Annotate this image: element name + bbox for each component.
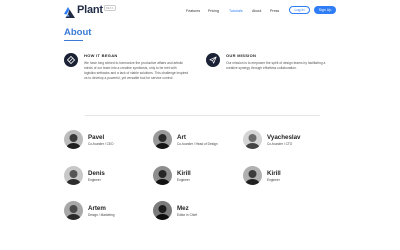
- member-name: Artem: [88, 204, 106, 212]
- team-member: Kirill Engineer: [153, 166, 191, 185]
- member-name: Vyacheslav: [267, 133, 301, 141]
- nav-features[interactable]: Features: [186, 9, 208, 13]
- team-member: Artem Design / Marketing: [64, 201, 115, 220]
- avatar: [64, 201, 83, 220]
- avatar: [243, 166, 262, 185]
- member-role: Co-founder / CTO: [267, 141, 293, 146]
- site-header: Plant BETA Features Pricing Tutorials Ab…: [0, 0, 400, 22]
- member-role: Co-founder / Head of Design: [177, 141, 218, 146]
- avatar: [243, 130, 262, 149]
- team-member: Mez Editor in Chief: [153, 201, 197, 220]
- member-role: Engineer: [177, 177, 190, 182]
- page-title: About: [64, 27, 92, 38]
- team-member: Art Co-founder / Head of Design: [153, 130, 218, 149]
- beta-badge: BETA: [103, 4, 116, 11]
- how-text: We have long strived to harmonize the pr…: [84, 61, 189, 80]
- member-role: Co-founder / CEO: [88, 141, 114, 146]
- title-underline: [64, 40, 83, 41]
- avatar: [153, 166, 172, 185]
- member-role: Design / Marketing: [88, 212, 115, 217]
- logo[interactable]: Plant BETA: [64, 4, 116, 18]
- avatar: [64, 166, 83, 185]
- member-name: Denis: [88, 169, 105, 177]
- avatar: [153, 201, 172, 220]
- signup-button[interactable]: Sign Up: [314, 6, 336, 14]
- plant-logo-icon: [64, 5, 75, 18]
- main-nav: Features Pricing Tutorials About Press: [186, 9, 286, 13]
- member-role: Editor in Chief: [177, 212, 198, 217]
- mission-section: OUR MISSION Our mission is to empower th…: [206, 53, 331, 71]
- how-it-began-section: HOW IT BEGAN We have long strived to har…: [64, 53, 189, 81]
- team-member: Denis Engineer: [64, 166, 105, 185]
- member-name: Kirill: [267, 169, 281, 177]
- avatar: [64, 130, 83, 149]
- avatar: [153, 130, 172, 149]
- logo-text: Plant: [77, 4, 103, 16]
- login-button[interactable]: Log In: [289, 6, 310, 14]
- nav-pricing[interactable]: Pricing: [208, 9, 229, 13]
- member-role: Engineer: [267, 177, 280, 182]
- mission-text: Our mission is to empower the spirit of …: [226, 61, 326, 70]
- section-divider: [85, 115, 320, 116]
- member-name: Pavel: [88, 133, 105, 141]
- team-member: Vyacheslav Co-founder / CTO: [243, 130, 300, 149]
- nav-press[interactable]: Press: [270, 9, 286, 13]
- team-member: Kirill Engineer: [243, 166, 281, 185]
- member-name: Mez: [177, 204, 189, 212]
- member-name: Art: [177, 133, 186, 141]
- paper-plane-icon: [206, 53, 220, 67]
- member-role: Engineer: [88, 177, 101, 182]
- diamond-logo-icon: [64, 53, 78, 67]
- nav-tutorials[interactable]: Tutorials: [229, 9, 252, 13]
- nav-about[interactable]: About: [252, 9, 270, 13]
- how-heading: HOW IT BEGAN: [84, 53, 118, 58]
- member-name: Kirill: [177, 169, 191, 177]
- team-member: Pavel Co-founder / CEO: [64, 130, 114, 149]
- mission-heading: OUR MISSION: [226, 53, 257, 58]
